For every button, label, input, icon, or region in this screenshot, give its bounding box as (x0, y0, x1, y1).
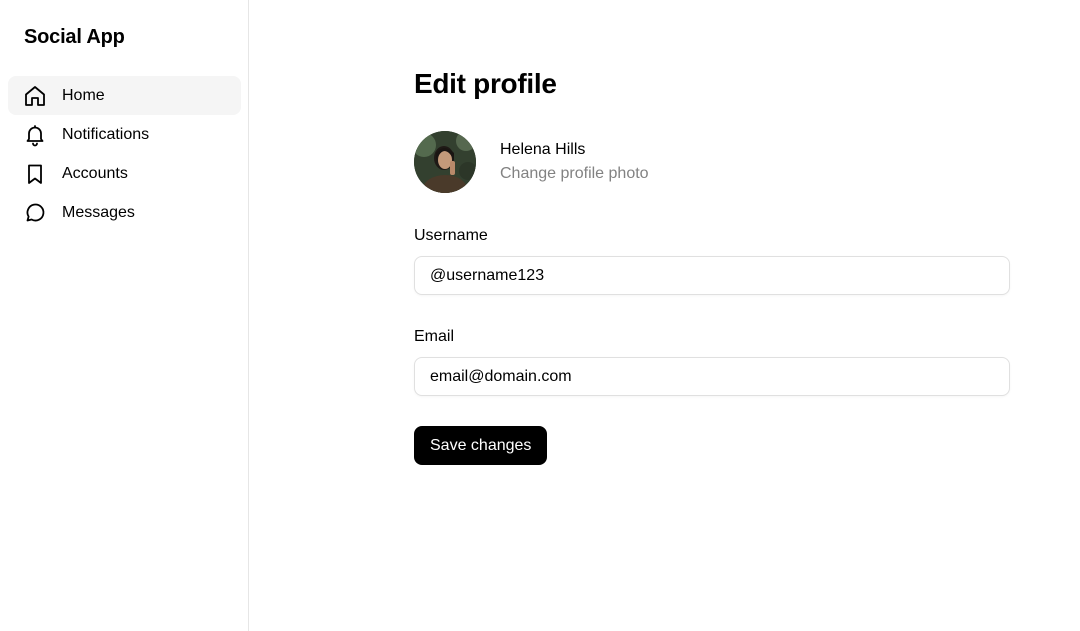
profile-row: Helena Hills Change profile photo (414, 131, 649, 193)
sidebar-item-accounts[interactable]: Accounts (8, 154, 241, 193)
email-label: Email (414, 328, 455, 345)
save-changes-button[interactable]: Save changes (414, 426, 548, 465)
bookmark-icon (23, 162, 47, 186)
sidebar-item-label: Messages (62, 203, 135, 221)
profile-name: Helena Hills (500, 141, 586, 158)
sidebar-item-notifications[interactable]: Notifications (8, 115, 241, 154)
sidebar: Social App Home Notifications Accounts M… (0, 0, 249, 631)
sidebar-item-home[interactable]: Home (8, 76, 241, 115)
sidebar-item-label: Notifications (62, 125, 150, 143)
home-icon (23, 84, 47, 108)
app-window: Social App Home Notifications Accounts M… (0, 0, 1080, 631)
page-title: Edit profile (414, 68, 557, 99)
sidebar-item-label: Home (62, 86, 105, 104)
sidebar-item-label: Accounts (62, 164, 128, 182)
username-label: Username (414, 227, 488, 244)
change-photo-link[interactable]: Change profile photo (500, 163, 649, 185)
bell-icon (23, 123, 47, 147)
avatar[interactable] (414, 131, 476, 193)
message-circle-icon (23, 201, 47, 225)
sidebar-nav: Home Notifications Accounts Messages (8, 76, 241, 232)
profile-text: Helena Hills Change profile photo (500, 139, 649, 185)
email-input[interactable] (414, 357, 1010, 396)
sidebar-item-messages[interactable]: Messages (8, 193, 241, 232)
app-title: Social App (24, 26, 125, 48)
username-input[interactable] (414, 256, 1010, 295)
